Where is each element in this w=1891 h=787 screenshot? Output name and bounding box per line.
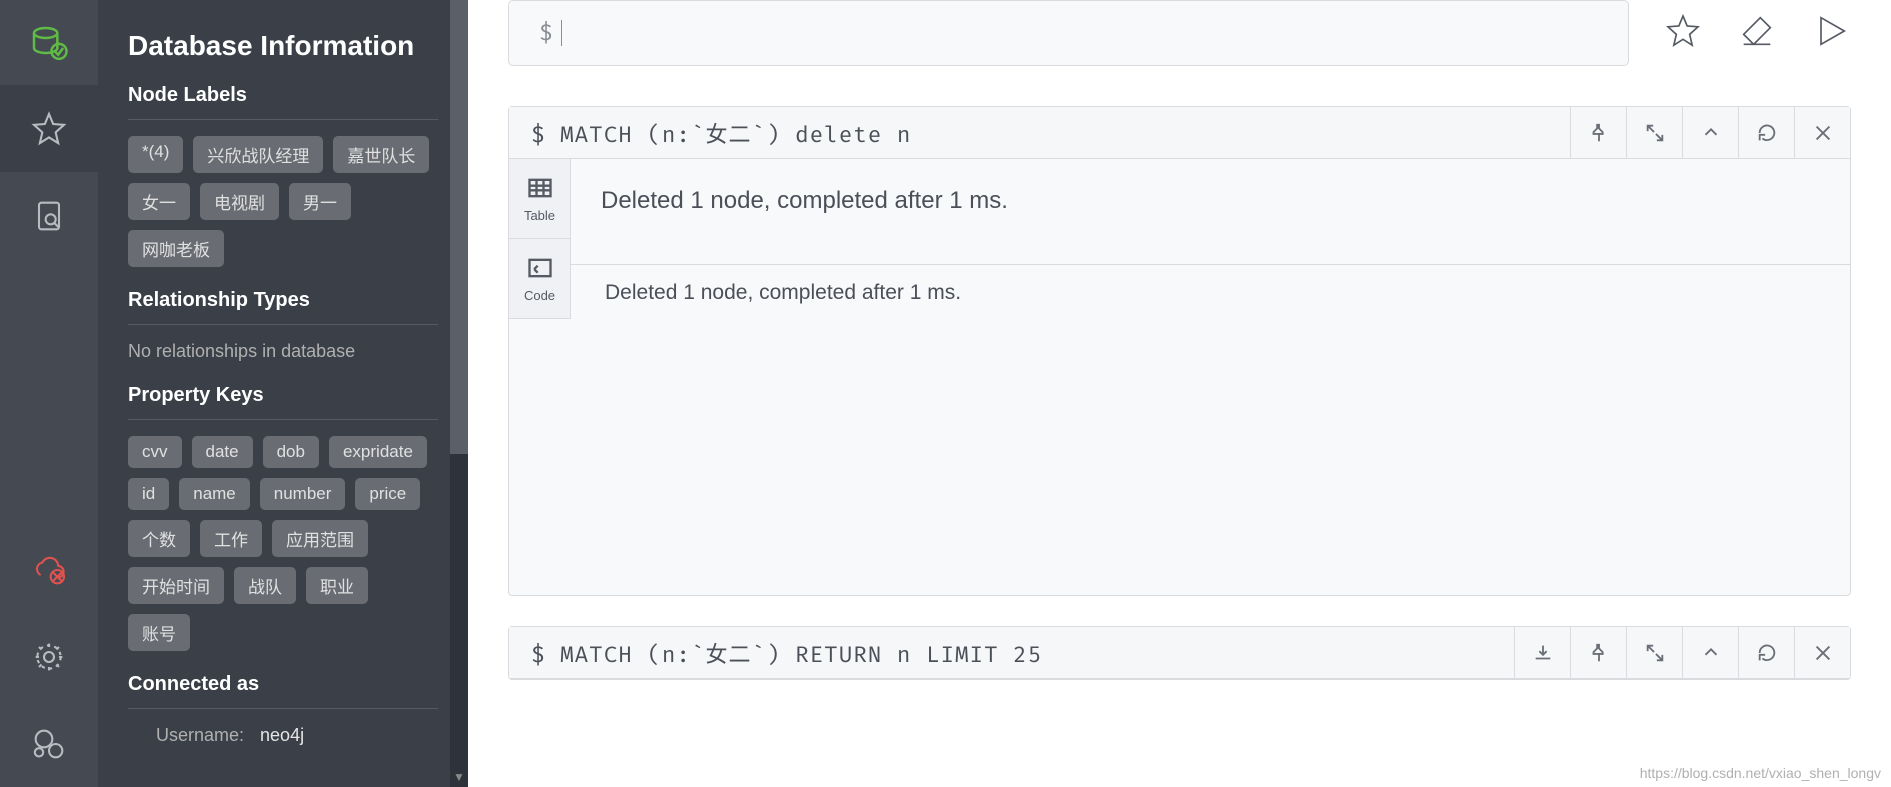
main-area: $ $ MATCH (n:`女二`) delete n [468, 0, 1891, 787]
property-key-tag[interactable]: number [260, 478, 346, 510]
code-view-tab[interactable]: Code [509, 239, 570, 319]
pin-icon[interactable] [1570, 627, 1626, 679]
property-key-tag[interactable]: id [128, 478, 169, 510]
node-label-tag[interactable]: 女一 [128, 183, 190, 220]
result-card: $ MATCH (n:`女二`) delete n Table [508, 106, 1851, 596]
close-icon[interactable] [1794, 627, 1850, 679]
expand-icon[interactable] [1626, 627, 1682, 679]
property-key-tag[interactable]: 账号 [128, 614, 190, 651]
property-key-tag[interactable]: 个数 [128, 520, 190, 557]
collapse-icon[interactable] [1682, 107, 1738, 159]
prop-keys-heading: Property Keys [128, 384, 438, 407]
connected-username-row: Username: neo4j [128, 725, 438, 746]
property-key-tag[interactable]: date [192, 436, 253, 468]
username-value: neo4j [260, 725, 304, 746]
property-key-tag[interactable]: name [179, 478, 250, 510]
card-header: $ MATCH (n:`女二`) RETURN n LIMIT 25 [509, 627, 1850, 679]
card-query: $ MATCH (n:`女二`) delete n [509, 117, 1570, 149]
no-relationships-text: No relationships in database [128, 341, 438, 362]
property-key-tag[interactable]: price [355, 478, 420, 510]
left-rail [0, 0, 98, 787]
node-labels-list: *(4) 兴欣战队经理 嘉世队长 女一 电视剧 男一 网咖老板 [128, 136, 438, 267]
watermark: https://blog.csdn.net/vxiao_shen_longv [1640, 765, 1881, 781]
node-label-tag[interactable]: *(4) [128, 136, 183, 173]
property-key-tag[interactable]: dob [263, 436, 319, 468]
divider [128, 324, 438, 325]
about-nav[interactable] [0, 700, 98, 787]
database-status-icon[interactable] [0, 0, 98, 85]
connected-heading: Connected as [128, 673, 438, 696]
property-key-tag[interactable]: 应用范围 [272, 520, 368, 557]
node-label-tag[interactable]: 电视剧 [200, 183, 279, 220]
property-key-tag[interactable]: expridate [329, 436, 427, 468]
property-key-tag[interactable]: 战队 [234, 567, 296, 604]
divider [128, 708, 438, 709]
view-tabs: Table Code [509, 159, 571, 319]
card-header: $ MATCH (n:`女二`) delete n [509, 107, 1850, 159]
node-label-tag[interactable]: 男一 [289, 183, 351, 220]
node-label-tag[interactable]: 嘉世队长 [333, 136, 429, 173]
property-key-tag[interactable]: cvv [128, 436, 182, 468]
sidebar-title: Database Information [128, 30, 438, 62]
result-card: $ MATCH (n:`女二`) RETURN n LIMIT 25 [508, 626, 1851, 680]
collapse-icon[interactable] [1682, 627, 1738, 679]
username-label: Username: [156, 725, 244, 746]
sidebar: Database Information Node Labels *(4) 兴欣… [98, 0, 468, 787]
card-actions [1514, 627, 1850, 679]
cloud-nav[interactable] [0, 526, 98, 613]
refresh-icon[interactable] [1738, 107, 1794, 159]
close-icon[interactable] [1794, 107, 1850, 159]
erase-button[interactable] [1737, 11, 1777, 56]
pin-icon[interactable] [1570, 107, 1626, 159]
card-body: Table Code Deleted 1 node, completed aft… [509, 159, 1850, 319]
refresh-icon[interactable] [1738, 627, 1794, 679]
sidebar-scrollbar[interactable]: ▼ [450, 0, 468, 787]
property-key-tag[interactable]: 工作 [200, 520, 262, 557]
download-icon[interactable] [1514, 627, 1570, 679]
result-area: Deleted 1 node, completed after 1 ms. De… [571, 159, 1850, 319]
settings-nav[interactable] [0, 613, 98, 700]
property-key-tag[interactable]: 职业 [306, 567, 368, 604]
result-text: Deleted 1 node, completed after 1 ms. [571, 159, 1850, 264]
editor-prompt: $ [539, 20, 553, 47]
rel-types-heading: Relationship Types [128, 289, 438, 312]
node-label-tag[interactable]: 网咖老板 [128, 230, 224, 267]
node-label-tag[interactable]: 兴欣战队经理 [193, 136, 323, 173]
table-view-tab[interactable]: Table [509, 159, 570, 239]
card-query: $ MATCH (n:`女二`) RETURN n LIMIT 25 [509, 637, 1514, 669]
editor-row: $ [508, 0, 1851, 66]
documents-nav[interactable] [0, 172, 98, 259]
result-footer: Deleted 1 node, completed after 1 ms. [571, 264, 1850, 319]
property-keys-list: cvv date dob expridate id name number pr… [128, 436, 438, 651]
favorite-button[interactable] [1663, 11, 1703, 56]
run-button[interactable] [1811, 11, 1851, 56]
property-key-tag[interactable]: 开始时间 [128, 567, 224, 604]
favorites-nav[interactable] [0, 85, 98, 172]
node-labels-heading: Node Labels [128, 84, 438, 107]
divider [128, 419, 438, 420]
expand-icon[interactable] [1626, 107, 1682, 159]
card-actions [1570, 107, 1850, 159]
query-editor[interactable]: $ [508, 0, 1629, 66]
divider [128, 119, 438, 120]
